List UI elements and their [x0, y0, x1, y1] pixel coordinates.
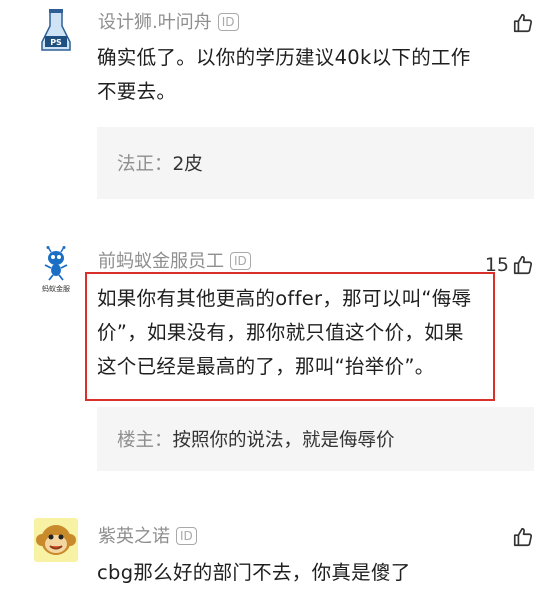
monkey-avatar-icon: [34, 518, 78, 562]
highlight-box: [85, 272, 495, 401]
comment-text: cbg那么好的部门不去，你真是傻了: [97, 556, 527, 590]
username[interactable]: 前蚂蚁金服员工 ID: [98, 247, 251, 273]
svg-text:PS: PS: [50, 38, 62, 47]
reply-box[interactable]: 楼主： 按照你的说法，就是侮辱价: [97, 407, 534, 471]
ant-mascot-avatar-icon: 蚂蚁金服: [34, 246, 78, 294]
svg-text:蚂蚁金服: 蚂蚁金服: [42, 284, 70, 293]
reply-box[interactable]: 法正： 2皮: [97, 127, 534, 199]
like-button[interactable]: [509, 12, 534, 34]
ps-designer-avatar-icon: PS: [34, 8, 78, 52]
like-button[interactable]: [509, 526, 534, 548]
comment-line: 不要去。: [97, 80, 177, 103]
reply-author[interactable]: 楼主：: [117, 426, 173, 452]
username[interactable]: 设计狮.叶问舟 ID: [98, 8, 239, 34]
thumbs-up-icon: [513, 13, 533, 33]
comment-line: 确实低了。以你的学历建议40k以下的工作: [97, 46, 471, 69]
avatar[interactable]: [34, 518, 78, 562]
avatar[interactable]: 蚂蚁金服: [34, 246, 78, 294]
thumbs-up-icon: [513, 527, 533, 547]
username-text[interactable]: 前蚂蚁金服员工: [98, 251, 224, 272]
comment-item: 蚂蚁金服 前蚂蚁金服员工 ID 15 如果你有其他更高的offer，那可以叫“侮辱…: [0, 240, 558, 480]
username-text[interactable]: 紫英之诺: [98, 526, 170, 547]
username-text[interactable]: 设计狮.叶问舟: [98, 12, 212, 33]
id-badge: ID: [230, 252, 251, 270]
reply-text: 按照你的说法，就是侮辱价: [172, 430, 395, 451]
comment-item: 紫英之诺 ID cbg那么好的部门不去，你真是傻了: [0, 512, 558, 597]
thumbs-up-icon: [513, 255, 533, 275]
comment-item: PS 设计狮.叶问舟 ID 确实低了。以你的学历建议40k以下的工作 不要去。 法…: [0, 0, 558, 205]
comment-text: 确实低了。以你的学历建议40k以下的工作 不要去。: [97, 41, 517, 109]
avatar[interactable]: PS: [34, 8, 78, 52]
username[interactable]: 紫英之诺 ID: [98, 522, 197, 548]
id-badge: ID: [217, 13, 239, 31]
comment-line: cbg那么好的部门不去，你真是傻了: [97, 561, 411, 584]
reply-author[interactable]: 法正：: [117, 150, 173, 176]
id-badge: ID: [176, 527, 197, 545]
reply-text: 2皮: [172, 154, 203, 175]
